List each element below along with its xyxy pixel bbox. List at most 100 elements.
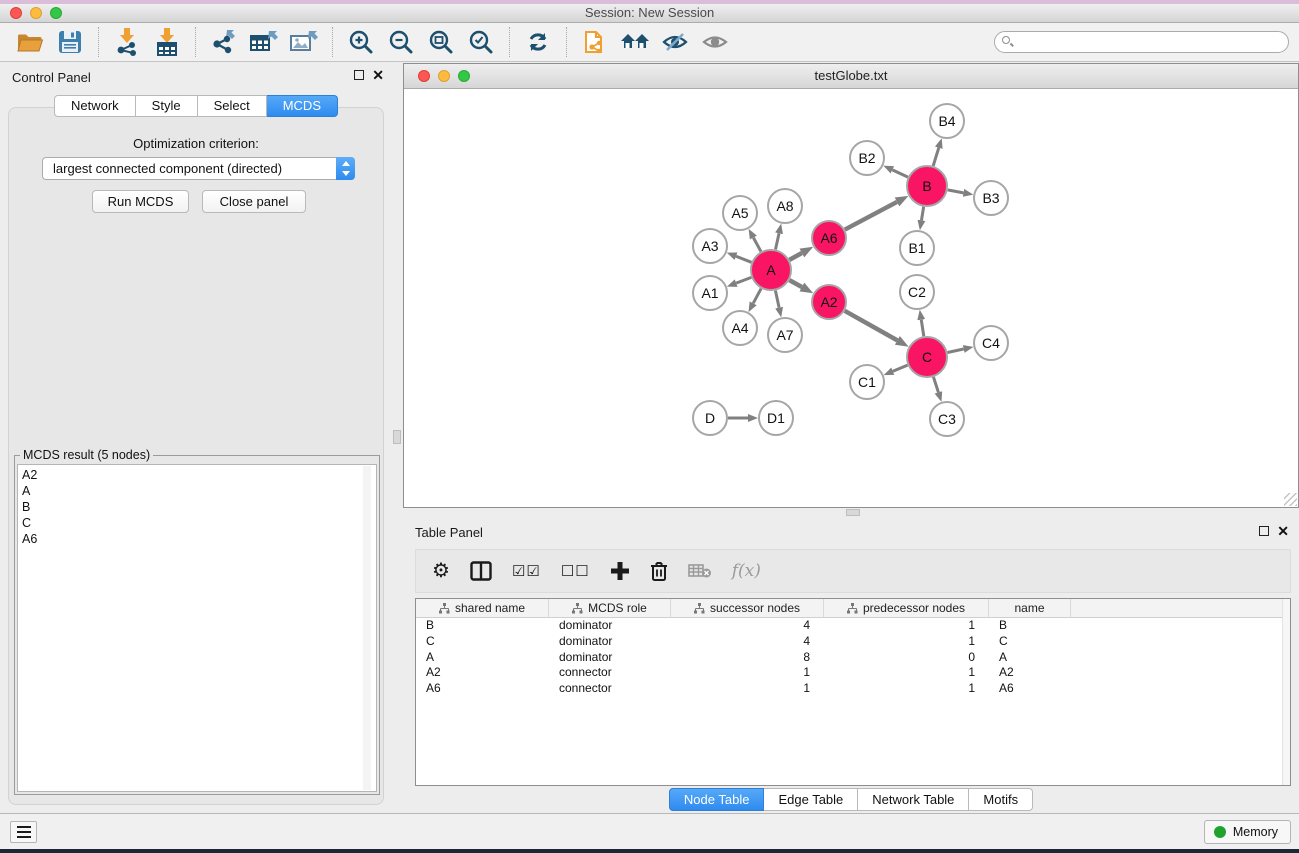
tab-node-table[interactable]: Node Table	[669, 788, 765, 811]
delete-table-icon[interactable]	[688, 563, 712, 579]
graph-edge-C-C2[interactable]	[921, 320, 924, 337]
search-input[interactable]	[994, 31, 1289, 53]
zoom-fit-icon[interactable]	[421, 26, 461, 58]
cell-shared-name: C	[416, 634, 549, 650]
vertical-splitter[interactable]	[392, 62, 403, 813]
memory-button[interactable]: Memory	[1204, 820, 1291, 844]
mcds-result-item[interactable]: A2	[18, 467, 376, 483]
mcds-list-scrollbar[interactable]	[363, 466, 371, 790]
table-row[interactable]: Adominator80A	[416, 650, 1290, 666]
graph-edge-B-B4[interactable]	[933, 148, 939, 166]
select-all-checkboxes-icon[interactable]: ☑☑	[512, 562, 541, 580]
tab-motifs[interactable]: Motifs	[969, 788, 1033, 811]
function-builder-icon[interactable]: f(x)	[732, 561, 761, 581]
deselect-all-checkboxes-icon[interactable]: ☐☐	[561, 562, 590, 580]
import-table-icon[interactable]	[147, 26, 187, 58]
search-icon	[1002, 36, 1010, 44]
cell-successor-nodes: 1	[671, 681, 824, 697]
close-table-panel-icon[interactable]: ✕	[1277, 526, 1289, 536]
new-network-icon[interactable]	[575, 26, 615, 58]
column-header-predecessor-nodes[interactable]: predecessor nodes	[824, 599, 989, 617]
close-network-window-button[interactable]	[418, 70, 430, 82]
graph-edge-C-C3[interactable]	[933, 377, 938, 392]
tab-style[interactable]: Style	[136, 95, 198, 117]
table-settings-gear-icon[interactable]: ⚙	[432, 561, 450, 581]
show-details-eye-icon[interactable]	[695, 26, 735, 58]
mcds-result-item[interactable]: C	[18, 515, 376, 531]
table-row[interactable]: Cdominator41C	[416, 634, 1290, 650]
zoom-network-window-button[interactable]	[458, 70, 470, 82]
table-scrollbar[interactable]	[1282, 599, 1290, 785]
graph-edge-C-C4[interactable]	[948, 349, 964, 353]
toolbar-separator	[195, 27, 196, 57]
graph-edge-A-A3[interactable]	[736, 256, 751, 262]
task-history-button[interactable]	[10, 821, 37, 843]
graph-node-label-A1: A1	[701, 285, 718, 301]
zoom-window-button[interactable]	[50, 7, 62, 19]
graph-edge-C-C1[interactable]	[893, 365, 908, 371]
tab-network-table[interactable]: Network Table	[858, 788, 969, 811]
graph-edge-A-A7[interactable]	[775, 291, 779, 308]
graph-edge-A6-B[interactable]	[845, 202, 897, 230]
graph-edge-A-A8[interactable]	[775, 233, 779, 249]
graph-edge-B-B1[interactable]	[921, 207, 923, 221]
table-row[interactable]: A6connector11A6	[416, 681, 1290, 697]
tab-select[interactable]: Select	[198, 95, 267, 117]
delete-column-trash-icon[interactable]	[650, 561, 668, 582]
graph-edge-A-A5[interactable]	[753, 238, 761, 252]
save-session-icon[interactable]	[50, 26, 90, 58]
table-row[interactable]: A2connector11A2	[416, 665, 1290, 681]
network-graph[interactable]: B4B2BB3A8A5A6A3B1AA1C2A2A4A7C4CC1C3DD1	[404, 90, 1298, 508]
graph-edge-B-B3[interactable]	[948, 190, 964, 193]
graph-edge-A2-C[interactable]	[845, 311, 898, 341]
table-row[interactable]: Bdominator41B	[416, 618, 1290, 634]
hide-details-eye-slash-icon[interactable]	[655, 26, 695, 58]
zoom-selected-icon[interactable]	[461, 26, 501, 58]
network-canvas[interactable]: B4B2BB3A8A5A6A3B1AA1C2A2A4A7C4CC1C3DD1	[404, 90, 1298, 507]
zoom-out-icon[interactable]	[381, 26, 421, 58]
close-panel-button[interactable]: Close panel	[202, 190, 306, 213]
tab-mcds[interactable]: MCDS	[267, 95, 338, 117]
home-icon[interactable]	[615, 26, 655, 58]
tab-network[interactable]: Network	[54, 95, 136, 117]
close-window-button[interactable]	[10, 7, 22, 19]
run-mcds-button[interactable]: Run MCDS	[92, 190, 189, 213]
column-header-successor-nodes[interactable]: successor nodes	[671, 599, 824, 617]
export-table-icon[interactable]	[244, 26, 284, 58]
column-header-mcds-role[interactable]: MCDS role	[549, 599, 671, 617]
mcds-result-list[interactable]: A2ABCA6	[17, 464, 377, 792]
resize-grip-icon[interactable]	[1284, 493, 1297, 506]
graph-edge-A-A6[interactable]	[789, 253, 801, 260]
column-header-name[interactable]: name	[989, 599, 1071, 617]
graph-edge-A-A4[interactable]	[753, 289, 761, 304]
float-table-panel-icon[interactable]	[1259, 526, 1269, 536]
control-panel-title: Control Panel	[12, 70, 91, 85]
graph-edge-A-A1[interactable]	[736, 277, 751, 283]
float-panel-icon[interactable]	[354, 70, 364, 80]
export-network-icon[interactable]	[204, 26, 244, 58]
list-icon	[17, 826, 31, 829]
add-column-icon[interactable]	[610, 561, 630, 581]
zoom-in-icon[interactable]	[341, 26, 381, 58]
optimization-criterion-dropdown[interactable]: largest connected component (directed)	[42, 157, 355, 180]
mcds-result-item[interactable]: A	[18, 483, 376, 499]
graph-node-label-C4: C4	[982, 335, 1000, 351]
import-network-icon[interactable]	[107, 26, 147, 58]
graph-node-label-A: A	[766, 262, 776, 278]
network-window-titlebar[interactable]: testGlobe.txt	[404, 64, 1298, 89]
close-panel-icon[interactable]: ✕	[372, 70, 384, 80]
minimize-network-window-button[interactable]	[438, 70, 450, 82]
tab-edge-table[interactable]: Edge Table	[764, 788, 858, 811]
graph-edge-A-A2[interactable]	[789, 280, 801, 287]
desktop-wallpaper-bottom	[0, 849, 1299, 853]
export-image-icon[interactable]	[284, 26, 324, 58]
mcds-result-item[interactable]: A6	[18, 531, 376, 547]
horizontal-splitter[interactable]	[403, 508, 1299, 518]
split-column-icon[interactable]	[470, 561, 492, 581]
open-file-icon[interactable]	[10, 26, 50, 58]
column-header-shared-name[interactable]: shared name	[416, 599, 549, 617]
minimize-window-button[interactable]	[30, 7, 42, 19]
graph-edge-B-B2[interactable]	[892, 170, 908, 177]
mcds-result-item[interactable]: B	[18, 499, 376, 515]
refresh-icon[interactable]	[518, 26, 558, 58]
